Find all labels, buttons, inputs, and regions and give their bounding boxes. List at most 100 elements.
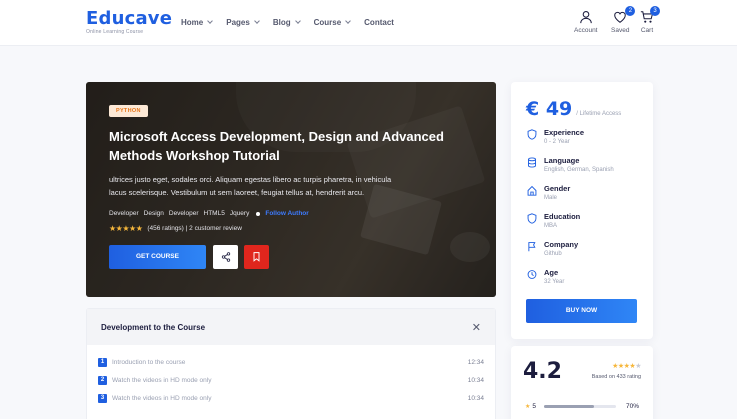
nav-blog[interactable]: Blog [272, 18, 301, 27]
user-icon [579, 11, 592, 24]
rating-bar-track [544, 405, 616, 408]
lesson-duration: 12:34 [467, 358, 484, 366]
info-key: Company [544, 240, 579, 249]
lesson-item[interactable]: 2 Watch the videos in HD mode only 10:34 [87, 371, 495, 389]
lesson-duration: 10:34 [467, 376, 484, 384]
nav-course[interactable]: Course [314, 18, 351, 27]
clock-icon [527, 270, 537, 279]
lesson-item[interactable]: 3 Watch the videos in HD mode only 10:34 [87, 389, 495, 407]
chevron-down-icon [294, 18, 301, 24]
info-value: 32 Year [544, 279, 565, 285]
info-education: Education MBA [527, 212, 580, 229]
info-value: Male [544, 195, 558, 201]
bookmark-button[interactable] [244, 245, 269, 269]
shield-icon [527, 129, 537, 140]
bookmark-icon [253, 252, 260, 262]
curriculum-title: Development to the Course [101, 322, 206, 332]
chevron-down-icon [253, 18, 260, 24]
star-rating-icon: ★★★★★ [612, 362, 641, 370]
category-tag[interactable]: PYTHON [109, 105, 148, 117]
rating-bar-fill [544, 405, 595, 408]
info-value: Github [544, 251, 562, 257]
star-rating-icon: ★★★★★ [109, 224, 143, 233]
info-key: Language [544, 156, 580, 165]
info-key: Gender [544, 184, 571, 193]
lesson-number: 3 [98, 393, 107, 403]
course-curriculum: Development to the Course ✕ 1 Introducti… [86, 308, 496, 419]
nav-contact[interactable]: Contact [364, 18, 394, 27]
account-label: Account [574, 27, 598, 34]
saved-label: Saved [611, 27, 630, 34]
cart-count-badge: 3 [650, 6, 660, 16]
account-button[interactable]: Account [574, 10, 598, 34]
close-icon[interactable]: ✕ [472, 321, 481, 334]
lesson-title: Watch the videos in HD mode only [112, 376, 212, 384]
rating-bar-percent: 70% [625, 403, 639, 410]
lesson-duration: 10:34 [467, 394, 484, 402]
rating-based-on: Based on 433 rating [591, 374, 641, 380]
info-language: Language English, German, Spanish [527, 156, 614, 173]
info-experience: Experience 0 - 2 Year [527, 128, 584, 145]
nav-blog-label: Blog [272, 18, 291, 27]
info-value: 0 - 2 Year [544, 139, 570, 145]
lesson-number: 2 [98, 375, 107, 385]
get-course-button[interactable]: GET COURSE [109, 245, 206, 269]
logo-text: Educave [86, 8, 173, 29]
lesson-title: Watch the videos in HD mode only [112, 394, 212, 402]
ratings-count: (456 ratings) | 2 customer review [147, 225, 242, 232]
pricing-card: € 49 / Lifetime Access Experience 0 - 2 Y… [511, 82, 653, 339]
flag-icon [528, 242, 536, 252]
course-description: ultrices justo eget, sodales orci. Aliqu… [109, 175, 392, 197]
logo[interactable]: Educave Online Learning Course [86, 8, 173, 36]
average-rating: 4.2 [523, 359, 562, 384]
logo-tagline: Online Learning Course [86, 29, 144, 35]
shield-icon [527, 213, 537, 224]
course-price: € 49 [526, 98, 573, 120]
chevron-down-icon [345, 18, 351, 24]
main-nav: Home Pages Blog Course Contact [181, 18, 408, 27]
course-tag[interactable]: Design [144, 210, 164, 217]
buy-now-button[interactable]: BUY NOW [526, 299, 637, 323]
nav-pages[interactable]: Pages [226, 18, 260, 27]
rating-summary: 4.2 ★★★★★ Based on 433 rating ★ 5 70% [511, 346, 653, 419]
course-tag[interactable]: Developer [169, 210, 199, 217]
home-icon [527, 185, 537, 196]
price-note: / Lifetime Access [576, 111, 622, 117]
info-value: MBA [544, 223, 558, 229]
price-row: € 49 / Lifetime Access [526, 98, 621, 120]
hero-rating: ★★★★★ (456 ratings) | 2 customer review [109, 224, 242, 233]
course-tag[interactable]: HTML5 [204, 210, 225, 217]
follow-author-link[interactable]: Follow Author [265, 210, 308, 217]
nav-contact-label: Contact [364, 18, 394, 27]
info-age: Age 32 Year [527, 268, 564, 285]
course-tags: Developer Design Developer HTML5 Jquery … [109, 210, 309, 217]
separator-dot [256, 211, 261, 216]
lesson-title: Introduction to the course [112, 358, 186, 366]
info-key: Experience [544, 128, 585, 137]
share-button[interactable] [213, 245, 238, 269]
course-hero: PYTHON Microsoft Access Development, Des… [86, 82, 496, 297]
nav-course-label: Course [313, 18, 342, 27]
info-value: English, German, Spanish [544, 167, 614, 173]
course-title: Microsoft Access Development, Design and… [109, 129, 444, 163]
lesson-item[interactable]: 1 Introduction to the course 12:34 [87, 353, 495, 371]
info-key: Age [544, 268, 559, 277]
curriculum-header[interactable]: Development to the Course ✕ [87, 309, 495, 345]
lesson-number: 1 [98, 357, 107, 367]
saved-count-badge: 2 [625, 6, 636, 16]
cart-label: Cart [640, 27, 654, 34]
site-header: Educave Online Learning Course Home Page… [0, 0, 737, 46]
nav-home[interactable]: Home [181, 18, 214, 27]
course-tag[interactable]: Jquery [230, 210, 250, 217]
info-gender: Gender Male [527, 184, 570, 201]
nav-home-label: Home [181, 18, 204, 27]
nav-pages-label: Pages [226, 18, 250, 27]
cart-button[interactable]: 3 Cart [640, 6, 660, 34]
saved-button[interactable]: 2 Saved [611, 6, 636, 34]
share-icon [221, 252, 230, 262]
rating-bar-stars: 5 [532, 403, 537, 410]
stars-empty: ★ [635, 363, 641, 370]
course-tag[interactable]: Developer [109, 210, 139, 217]
rating-bar-row: ★ 5 70% [525, 403, 639, 410]
stars-filled: ★★★★ [612, 363, 636, 370]
